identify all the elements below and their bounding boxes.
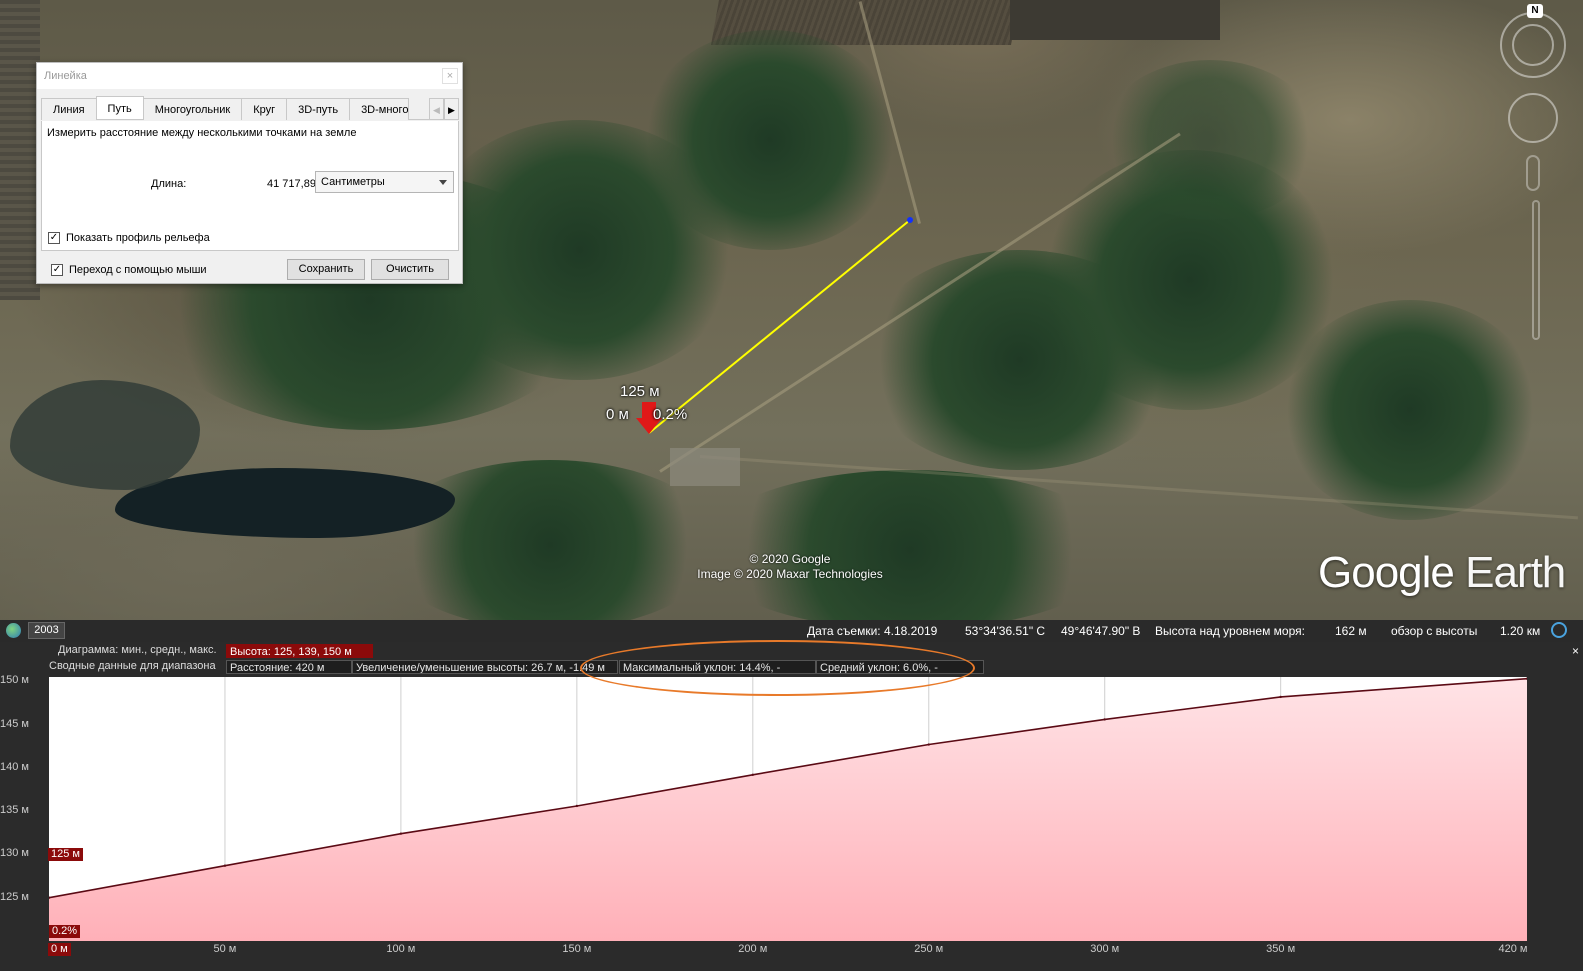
- length-label: Длина:: [151, 178, 187, 190]
- slope-tag: 0.2%: [49, 925, 81, 938]
- elevation-point: [223, 864, 227, 867]
- path-endpoint[interactable]: [907, 217, 913, 223]
- y-tick-label: 130 м: [0, 847, 29, 860]
- move-joystick[interactable]: [1508, 93, 1558, 143]
- longitude: 49°46'47.90" В: [1061, 624, 1141, 638]
- x-tick-label: 250 м: [914, 943, 944, 955]
- tab-scroll-left-icon[interactable]: ◀: [429, 98, 444, 120]
- eye-altitude-value: 1.20 км: [1500, 624, 1541, 638]
- y-tick-label: 135 м: [0, 804, 29, 817]
- x-tick-label: 150 м: [562, 943, 592, 955]
- capture-date: Дата съемки: 4.18.2019: [807, 624, 938, 638]
- tab-line[interactable]: Линия: [41, 98, 97, 120]
- marker-slope-label: 0.2%: [653, 406, 688, 423]
- elevation-chart-svg[interactable]: [47, 677, 1529, 941]
- length-value: 41 717,89: [267, 178, 316, 190]
- altitude-label: Высота над уровнем моря:: [1155, 624, 1305, 638]
- y-tick-label: 150 м: [0, 674, 29, 687]
- tab-scroll-buttons: ◀ ▶: [429, 98, 459, 120]
- close-profile-icon[interactable]: ×: [1572, 644, 1579, 658]
- save-button[interactable]: Сохранить: [287, 259, 365, 280]
- latitude: 53°34'36.51" С: [965, 624, 1046, 638]
- clear-button[interactable]: Очистить: [371, 259, 449, 280]
- elevation-area: [49, 678, 1527, 941]
- elevation-point: [399, 832, 403, 835]
- satellite-map-view[interactable]: 125 м 0 м 0.2% © 2020 Google Image © 202…: [0, 0, 1583, 620]
- elevation-gain-loss: Увеличение/уменьшение высоты: 26.7 м, -1…: [352, 660, 618, 674]
- ruler-tab-panel: Измерить расстояние между несколькими то…: [41, 121, 459, 251]
- elevation-summary: Высота: 125, 139, 150 м: [226, 644, 373, 658]
- range-summary-label: Сводные данные для диапазона: [49, 660, 216, 672]
- close-icon[interactable]: ×: [442, 68, 458, 84]
- marker-distance-label: 0 м: [606, 406, 629, 423]
- y-tick-label: 125 м: [0, 890, 29, 903]
- slope-highlight-ellipse: [580, 640, 975, 696]
- show-profile-label: Показать профиль рельефа: [66, 232, 210, 244]
- eye-altitude-label: обзор с высоты: [1391, 624, 1478, 638]
- y-tick-label: 145 м: [0, 717, 29, 730]
- units-select[interactable]: Сантиметры: [315, 171, 454, 193]
- elevation-point: [927, 743, 930, 746]
- x-tick-label: 200 м: [738, 943, 768, 955]
- elevation-point: [1279, 695, 1282, 699]
- mouse-navigation-checkbox[interactable]: ✓: [51, 264, 63, 276]
- historical-imagery-icon[interactable]: [6, 623, 21, 638]
- imagery-year-badge[interactable]: 2003: [28, 622, 65, 639]
- start-elevation-tag: 125 м: [48, 848, 83, 861]
- elevation-point: [1103, 718, 1106, 721]
- ruler-description: Измерить расстояние между несколькими то…: [47, 127, 357, 139]
- tab-3d-path[interactable]: 3D-путь: [286, 98, 351, 120]
- status-bar: 2003 Дата съемки: 4.18.2019 53°34'36.51"…: [0, 620, 1583, 642]
- tab-polygon[interactable]: Многоугольник: [142, 98, 243, 120]
- show-profile-checkbox[interactable]: ✓: [48, 232, 60, 244]
- x-tick-label: 300 м: [1090, 943, 1120, 955]
- chevron-down-icon: [439, 180, 447, 185]
- tab-scroll-right-icon[interactable]: ▶: [444, 98, 459, 120]
- range-distance: Расстояние: 420 м: [226, 660, 352, 674]
- x-tick-label: 420 м: [1498, 943, 1528, 955]
- diagram-label: Диаграмма: мин., средн., макс.: [58, 644, 217, 656]
- ruler-tabs: Линия Путь Многоугольник Круг 3D-путь 3D…: [41, 96, 459, 120]
- x-tick-label: 100 м: [386, 943, 416, 955]
- ruler-dialog-title: Линейка: [37, 63, 462, 89]
- copyright-maxar: Image © 2020 Maxar Technologies: [697, 567, 883, 581]
- altitude-value: 162 м: [1335, 624, 1367, 638]
- start-distance-tag: 0 м: [48, 943, 71, 956]
- imagery-copyright: © 2020 Google Image © 2020 Maxar Technol…: [685, 552, 895, 582]
- tab-circle[interactable]: Круг: [241, 98, 288, 120]
- measured-path-line[interactable]: [648, 219, 911, 434]
- copyright-google: © 2020 Google: [749, 552, 831, 566]
- x-tick-label: 50 м: [213, 943, 237, 955]
- elevation-point: [575, 804, 579, 808]
- streaming-progress-icon: [1551, 622, 1567, 638]
- google-earth-logo: Google Earth: [1318, 548, 1566, 598]
- marker-elevation-label: 125 м: [620, 383, 660, 400]
- elevation-chart[interactable]: [47, 677, 1529, 941]
- logo-google: Google: [1318, 548, 1455, 597]
- y-tick-label: 140 м: [0, 760, 29, 773]
- tab-3d-polygon[interactable]: 3D-многоугольник: [349, 98, 410, 120]
- units-selected: Сантиметры: [321, 176, 385, 188]
- google-earth-window: 125 м 0 м 0.2% © 2020 Google Image © 202…: [0, 0, 1583, 971]
- zoom-slider[interactable]: [1532, 200, 1540, 340]
- street-view-pegman-icon[interactable]: [1526, 155, 1540, 191]
- elevation-point: [751, 773, 755, 777]
- mouse-navigation-label: Переход с помощью мыши: [69, 264, 207, 276]
- tab-path[interactable]: Путь: [95, 96, 144, 119]
- x-tick-label: 350 м: [1266, 943, 1296, 955]
- ruler-dialog: Линейка × Линия Путь Многоугольник Круг …: [36, 62, 463, 284]
- north-indicator[interactable]: N: [1527, 4, 1543, 18]
- look-joystick[interactable]: [1512, 24, 1554, 66]
- logo-earth: Earth: [1453, 548, 1566, 597]
